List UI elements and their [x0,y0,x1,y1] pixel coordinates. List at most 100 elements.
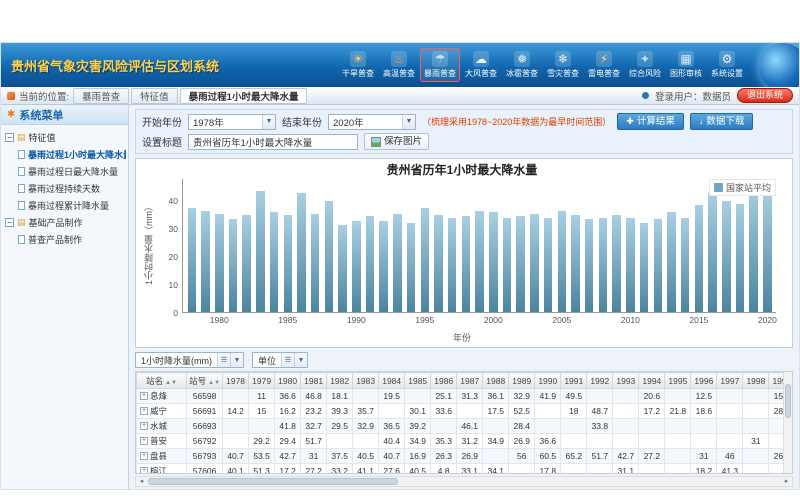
bar-1995 [421,208,429,312]
breadcrumb-tab-3[interactable]: 暴雨过程1小时最大降水量 [180,88,308,104]
horizontal-scrollbar[interactable]: ◂ ▸ [135,476,793,487]
save-image-button[interactable]: 保存图片 [364,133,429,150]
v-scroll-thumb[interactable] [785,384,791,418]
column-header[interactable]: 站名▲▼ [137,373,187,389]
column-header[interactable]: 站号▲▼ [187,373,223,389]
column-header[interactable]: 1981 [301,373,327,389]
sort-icon[interactable]: ▲▼ [208,380,220,386]
field-combo[interactable]: 1小时降水量(mm) ☰ ▼ [135,352,244,368]
chevron-down-icon[interactable]: ▼ [230,353,243,367]
start-year-select[interactable]: 1978年 ▼ [188,114,276,130]
expand-row-icon[interactable]: + [140,392,148,400]
nav-map-review[interactable]: ▦图形审核 [666,48,706,82]
table-row[interactable]: +息烽565981136.646.818.119.525.131.336.132… [137,389,794,404]
column-header[interactable]: 1992 [587,373,613,389]
column-header[interactable]: 1991 [561,373,587,389]
expand-row-icon[interactable]: + [140,437,148,445]
column-header[interactable]: 1996 [691,373,717,389]
bar-2008 [599,218,607,312]
expand-row-icon[interactable]: + [140,422,148,430]
value-cell: 16.2 [275,404,301,419]
sidebar-item[interactable]: 普查产品制作 [3,231,126,248]
bar-slot [541,179,555,312]
nav-snow[interactable]: ❄雪灾普查 [543,48,583,82]
end-year-select[interactable]: 2020年 ▼ [328,114,416,130]
value-cell: 34.9 [405,434,431,449]
column-header[interactable]: 1989 [509,373,535,389]
column-header[interactable]: 1980 [275,373,301,389]
expand-icon[interactable]: − [5,133,14,142]
value-cell [535,419,561,434]
filter-icon[interactable]: ☰ [217,353,230,367]
column-header[interactable]: 1983 [353,373,379,389]
column-header[interactable]: 1986 [431,373,457,389]
column-header[interactable]: 1985 [405,373,431,389]
value-cell: 37.5 [327,449,353,464]
chevron-down-icon[interactable]: ▼ [294,353,307,367]
nav-hail[interactable]: ❅冰雹普查 [502,48,542,82]
value-cell [717,404,743,419]
nav-settings[interactable]: ⚙系统设置 [707,48,747,82]
scroll-right-arrow[interactable]: ▸ [781,477,792,486]
column-header[interactable]: 1987 [457,373,483,389]
expand-row-icon[interactable]: + [140,467,148,474]
column-header[interactable]: 1997 [717,373,743,389]
table-row[interactable]: +榕江5760640.151.317.227.233.241.127.640.5… [137,464,794,475]
sidebar-item[interactable]: 暴雨过程1小时最大降水量 [3,146,126,163]
breadcrumb-tab-2[interactable]: 特征值 [131,88,178,104]
column-header[interactable]: 1998 [743,373,769,389]
value-cell: 33.6 [431,404,457,419]
column-header[interactable]: 1993 [613,373,639,389]
value-cell: 39.3 [327,404,353,419]
chart-title-input[interactable] [188,134,358,150]
vertical-scrollbar[interactable] [783,372,792,473]
table-row[interactable]: +盘县5679340.753.542.73137.540.540.716.926… [137,449,794,464]
table-row[interactable]: +水城5669341.832.729.532.936.539.246.128.4… [137,419,794,434]
sidebar-item[interactable]: 暴雨过程累计降水量 [3,197,126,214]
column-header[interactable]: 1984 [379,373,405,389]
nav-lightning[interactable]: ⚡雷电普查 [584,48,624,82]
nav-rainstorm[interactable]: ☂暴雨普查 [420,48,460,82]
expand-row-icon[interactable]: + [140,407,148,415]
value-cell: 42.7 [613,449,639,464]
table-row[interactable]: +威宁5669114.21516.223.239.335.730.133.617… [137,404,794,419]
sort-icon[interactable]: ▲▼ [165,380,177,386]
column-header[interactable]: 1995 [665,373,691,389]
calculate-button[interactable]: ✚ 计算结果 [617,113,684,130]
nav-composite-risk[interactable]: ✦综合风险 [625,48,665,82]
value-cell: 27.2 [639,449,665,464]
tree-group-2[interactable]: −▤基础产品制作 [3,214,126,231]
column-header[interactable]: 1978 [223,373,249,389]
h-scroll-thumb[interactable] [148,478,398,485]
logout-button[interactable]: 退出系统 [737,88,793,103]
value-cell [717,434,743,449]
download-data-button[interactable]: ↓ 数据下载 [690,113,754,130]
value-cell [665,389,691,404]
table-row[interactable]: +普安5679229.229.451.740.434.935.331.234.9… [137,434,794,449]
bar-2014 [681,218,689,312]
tree-group-1[interactable]: −▤特征值 [3,129,126,146]
table-filter-row: 1小时降水量(mm) ☰ ▼ 单位 ☰ ▼ [135,352,793,368]
page-icon [18,167,25,176]
filter-icon[interactable]: ☰ [281,353,294,367]
value-cell [743,449,769,464]
nav-wind[interactable]: ☁大风普查 [461,48,501,82]
unit-combo[interactable]: 单位 ☰ ▼ [252,352,308,368]
column-header[interactable]: 1994 [639,373,665,389]
expand-icon[interactable]: − [5,218,14,227]
column-header[interactable]: 1990 [535,373,561,389]
sidebar-item[interactable]: 暴雨过程持续天数 [3,180,126,197]
bar-slot [267,179,281,312]
column-header[interactable]: 1988 [483,373,509,389]
sidebar-item[interactable]: 暴雨过程日最大降水量 [3,163,126,180]
nav-heat[interactable]: ♨高温普查 [379,48,419,82]
scroll-left-arrow[interactable]: ◂ [136,477,147,486]
bar-1993 [393,214,401,312]
column-header[interactable]: 1979 [249,373,275,389]
column-header[interactable]: 1982 [327,373,353,389]
expand-row-icon[interactable]: + [140,452,148,460]
breadcrumb-tab-1[interactable]: 暴雨普查 [73,88,129,104]
value-cell: 14.2 [223,404,249,419]
nav-drought[interactable]: ☀干旱普查 [338,48,378,82]
lightning-icon: ⚡ [596,51,612,67]
